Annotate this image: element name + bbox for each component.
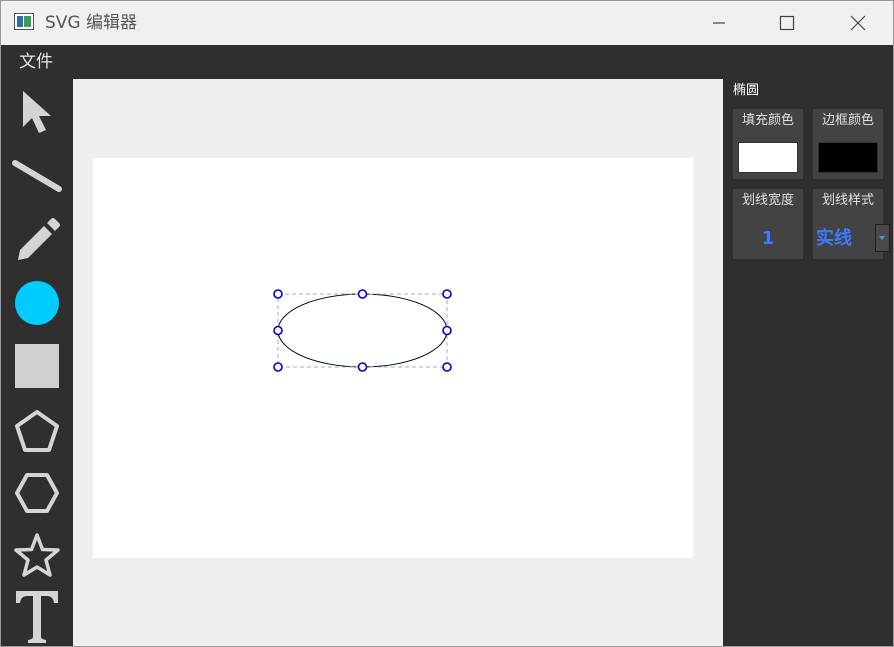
stroke-style-dropdown[interactable]: [875, 224, 890, 252]
border-color-swatch[interactable]: [818, 142, 878, 173]
tool-panel: [1, 79, 73, 646]
stroke-style-value[interactable]: 实线: [816, 227, 852, 251]
resize-handle-top-right[interactable]: [442, 289, 452, 299]
resize-handle-top-left[interactable]: [273, 289, 283, 299]
rectangle-tool-button[interactable]: [5, 336, 69, 396]
rectangle-tool-icon: [15, 344, 59, 388]
pencil-tool-icon: [18, 218, 60, 260]
close-button[interactable]: [828, 1, 888, 45]
properties-panel: 椭圆 填充颜色 边框颜色 划线宽度 1 划线样式 实线: [723, 79, 893, 646]
stroke-style-label: 划线样式: [821, 193, 874, 208]
menu-bar: 文件: [1, 45, 893, 79]
fill-color-box[interactable]: 填充颜色: [733, 109, 803, 179]
chevron-down-icon: [879, 236, 885, 240]
line-tool-button[interactable]: [5, 147, 69, 207]
ellipse-tool-button[interactable]: [5, 273, 69, 333]
drawing-canvas[interactable]: [93, 158, 693, 558]
select-arrow-icon: [23, 91, 51, 133]
resize-handle-top[interactable]: [357, 289, 368, 299]
border-color-box[interactable]: 边框颜色: [813, 109, 883, 179]
app-window: SVG 编辑器 文件 椭圆 填充颜色 边框颜色 划线宽度 1 划线样式 实线: [0, 0, 894, 647]
app-icon: [14, 13, 34, 30]
stroke-width-value[interactable]: 1: [733, 227, 803, 251]
pentagon-tool-icon: [15, 410, 59, 452]
fill-color-swatch[interactable]: [738, 142, 798, 173]
fill-color-label: 填充颜色: [741, 113, 794, 128]
ellipse-shape[interactable]: [277, 293, 448, 368]
close-icon: [850, 15, 866, 31]
line-tool-icon: [12, 160, 62, 192]
canvas-area[interactable]: [73, 79, 723, 646]
stroke-width-label: 划线宽度: [741, 193, 794, 208]
resize-handle-bottom-left[interactable]: [273, 362, 283, 372]
border-color-label: 边框颜色: [821, 113, 874, 128]
pentagon-tool-button[interactable]: [5, 401, 69, 461]
menu-file[interactable]: 文件: [19, 52, 53, 72]
drawing-svg: [273, 289, 452, 372]
resize-handle-right[interactable]: [442, 325, 452, 336]
title-bar: SVG 编辑器: [1, 1, 893, 45]
resize-handle-bottom-right[interactable]: [442, 362, 452, 372]
star-tool-icon: [14, 533, 60, 577]
stroke-style-box: 划线样式 实线: [813, 189, 890, 259]
ellipse-tool-icon: [15, 281, 59, 325]
maximize-icon: [779, 15, 795, 31]
minimize-icon: [713, 22, 725, 24]
shape-type-title: 椭圆: [733, 83, 760, 98]
pencil-tool-button[interactable]: [5, 207, 69, 267]
window-title: SVG 编辑器: [45, 13, 137, 33]
text-tool-button[interactable]: [5, 586, 69, 646]
star-tool-button[interactable]: [5, 525, 69, 585]
select-tool-button[interactable]: [5, 82, 69, 142]
resize-handle-left[interactable]: [273, 325, 283, 336]
hexagon-tool-button[interactable]: [5, 463, 69, 523]
resize-handle-bottom[interactable]: [357, 362, 368, 372]
text-tool-icon: [16, 591, 58, 643]
hexagon-tool-icon: [15, 473, 59, 513]
minimize-button[interactable]: [689, 1, 749, 45]
maximize-button[interactable]: [757, 1, 817, 45]
stroke-width-box: 划线宽度 1: [733, 189, 803, 259]
